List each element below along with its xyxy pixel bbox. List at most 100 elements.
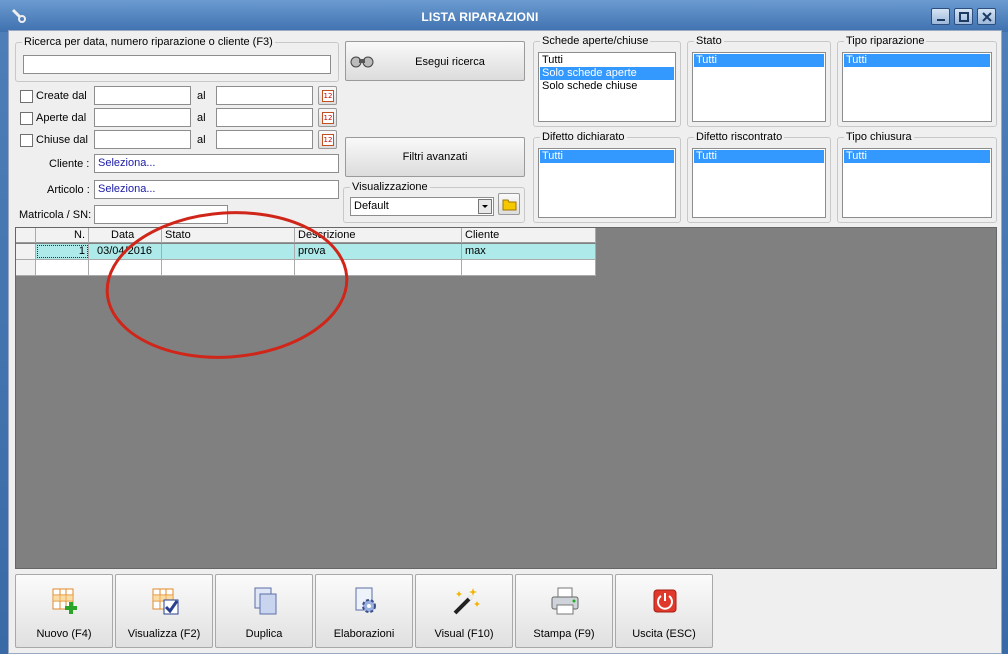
list-item[interactable]: Tutti — [844, 54, 990, 67]
view-select[interactable]: Default — [350, 197, 494, 216]
created-label: Create dal — [36, 90, 87, 102]
cell-data[interactable] — [89, 260, 162, 275]
opened-from-input[interactable] — [94, 108, 191, 127]
closed-to-input[interactable] — [216, 130, 313, 149]
list-item[interactable]: Solo schede aperte — [540, 67, 674, 80]
close-button[interactable] — [977, 8, 996, 25]
tipo-riparazione-list[interactable]: Tutti — [842, 52, 992, 122]
matricola-input[interactable] — [94, 205, 228, 224]
list-item[interactable]: Tutti — [844, 150, 990, 163]
cell-descrizione[interactable] — [295, 260, 462, 275]
closed-checkbox[interactable] — [20, 134, 33, 147]
printer-icon — [551, 587, 579, 615]
maximize-button[interactable] — [954, 8, 973, 25]
duplica-label: Duplica — [245, 628, 283, 640]
main-panel: Ricerca per data, numero riparazione o c… — [8, 30, 1002, 654]
application-window: LISTA RIPARAZIONI Ricerca per data, nume… — [0, 0, 1008, 654]
duplica-button[interactable]: Duplica — [215, 574, 313, 648]
created-from-input[interactable] — [94, 86, 191, 105]
row-selector[interactable] — [16, 244, 36, 259]
table-row[interactable]: 1 03/04/2016 prova max — [16, 244, 596, 260]
visualizza-label: Visualizza (F2) — [127, 628, 201, 640]
list-item[interactable]: Tutti — [540, 150, 674, 163]
cell-n[interactable] — [36, 260, 89, 275]
magic-wand-icon — [453, 588, 480, 615]
chevron-down-icon[interactable] — [478, 199, 492, 214]
nuovo-label: Nuovo (F4) — [36, 628, 92, 640]
row-selector[interactable] — [16, 260, 36, 275]
stato-list[interactable]: Tutti — [692, 52, 826, 122]
calendar-icon: 12 — [322, 134, 334, 146]
difetto-dichiarato-caption: Difetto dichiarato — [540, 130, 627, 144]
elaborazioni-button[interactable]: Elaborazioni — [315, 574, 413, 648]
search-button[interactable]: Esegui ricerca — [345, 41, 525, 81]
advanced-filters-button[interactable]: Filtri avanzati — [345, 137, 525, 177]
closed-al-label: al — [197, 134, 206, 146]
exit-icon — [653, 589, 677, 613]
view-select-value: Default — [354, 200, 389, 212]
closed-label: Chiuse dal — [36, 134, 88, 146]
articolo-field[interactable]: Seleziona... — [94, 180, 339, 199]
list-item[interactable]: Tutti — [540, 54, 674, 67]
schede-list[interactable]: Tutti Solo schede aperte Solo schede chi… — [538, 52, 676, 122]
tipo-chiusura-list[interactable]: Tutti — [842, 148, 992, 218]
minimize-button[interactable] — [931, 8, 950, 25]
cell-stato[interactable] — [162, 260, 295, 275]
difetto-riscontrato-group: Difetto riscontrato Tutti — [687, 130, 831, 223]
stampa-button[interactable]: Stampa (F9) — [515, 574, 613, 648]
difetto-riscontrato-caption: Difetto riscontrato — [694, 130, 785, 144]
list-item[interactable]: Tutti — [694, 54, 824, 67]
tipo-chiusura-group: Tipo chiusura Tutti — [837, 130, 997, 223]
calendar-button[interactable]: 12 — [318, 130, 337, 149]
uscita-label: Uscita (ESC) — [632, 628, 696, 640]
created-checkbox[interactable] — [20, 90, 33, 103]
opened-checkbox[interactable] — [20, 112, 33, 125]
cell-descrizione[interactable]: prova — [295, 244, 462, 259]
list-item[interactable]: Solo schede chiuse — [540, 80, 674, 93]
tipo-riparazione-caption: Tipo riparazione — [844, 34, 927, 48]
search-caption: Ricerca per data, numero riparazione o c… — [22, 35, 275, 49]
window-title: LISTA RIPARAZIONI — [421, 10, 539, 24]
opened-al-label: al — [197, 112, 206, 124]
elaborazioni-label: Elaborazioni — [333, 628, 395, 640]
calendar-button[interactable]: 12 — [318, 86, 337, 105]
uscita-button[interactable]: Uscita (ESC) — [615, 574, 713, 648]
closed-from-input[interactable] — [94, 130, 191, 149]
cell-data[interactable]: 03/04/2016 — [89, 244, 162, 259]
difetto-dichiarato-list[interactable]: Tutti — [538, 148, 676, 218]
nuovo-button[interactable]: Nuovo (F4) — [15, 574, 113, 648]
visual-button[interactable]: Visual (F10) — [415, 574, 513, 648]
matricola-label: Matricola / SN: — [19, 209, 92, 221]
list-item[interactable]: Tutti — [694, 150, 824, 163]
visualizza-button[interactable]: Visualizza (F2) — [115, 574, 213, 648]
column-header-descrizione[interactable]: Descrizione — [295, 228, 462, 243]
opened-label: Aperte dal — [36, 112, 87, 124]
repairs-grid[interactable]: N. Data Stato Descrizione Cliente 1 03/0… — [15, 227, 997, 569]
cliente-field[interactable]: Seleziona... — [94, 154, 339, 173]
calendar-button[interactable]: 12 — [318, 108, 337, 127]
calendar-icon: 12 — [322, 90, 334, 102]
difetto-riscontrato-list[interactable]: Tutti — [692, 148, 826, 218]
minimize-icon — [937, 19, 945, 21]
visual-label: Visual (F10) — [434, 628, 494, 640]
opened-to-input[interactable] — [216, 108, 313, 127]
stato-group: Stato Tutti — [687, 34, 831, 127]
cell-cliente[interactable] — [462, 260, 596, 275]
column-header-n[interactable]: N. — [36, 228, 89, 243]
close-icon — [982, 12, 992, 22]
difetto-dichiarato-group: Difetto dichiarato Tutti — [533, 130, 681, 223]
view-caption: Visualizzazione — [350, 180, 430, 194]
search-input[interactable] — [23, 55, 331, 74]
open-folder-button[interactable] — [498, 193, 520, 215]
column-header-data[interactable]: Data — [89, 228, 162, 243]
cell-stato[interactable] — [162, 244, 295, 259]
column-header-stato[interactable]: Stato — [162, 228, 295, 243]
tipo-chiusura-caption: Tipo chiusura — [844, 130, 914, 144]
table-row-new[interactable] — [16, 260, 596, 276]
title-bar[interactable]: LISTA RIPARAZIONI — [0, 0, 1008, 32]
created-to-input[interactable] — [216, 86, 313, 105]
view-record-icon — [152, 588, 179, 615]
column-header-cliente[interactable]: Cliente — [462, 228, 596, 243]
cell-n[interactable]: 1 — [36, 244, 89, 259]
cell-cliente[interactable]: max — [462, 244, 596, 259]
